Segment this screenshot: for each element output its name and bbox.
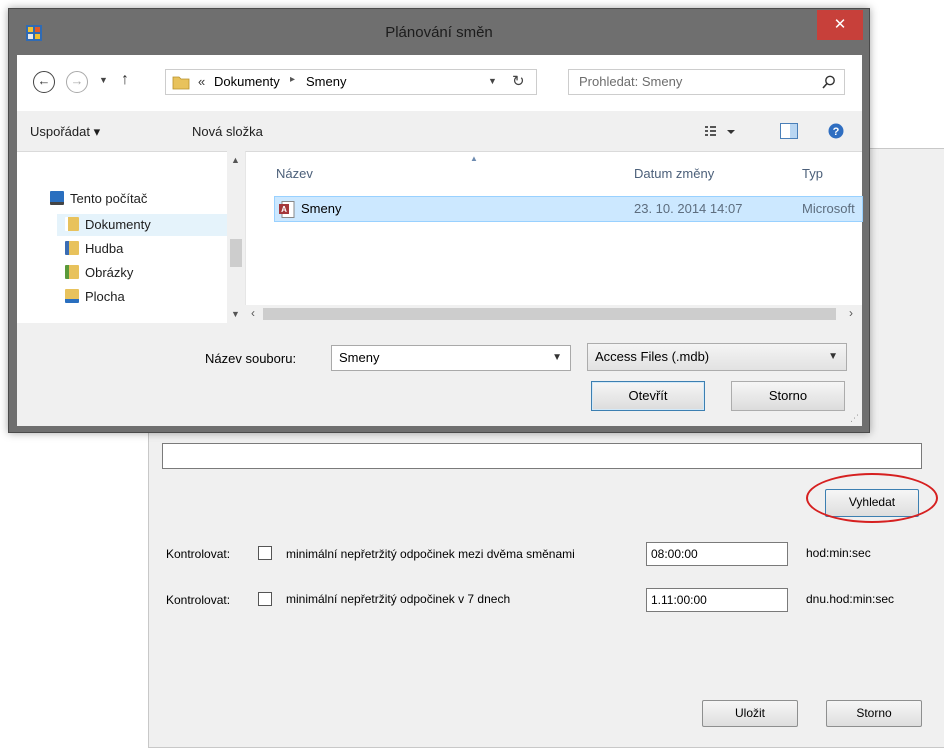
rule2-unit: dnu.hod:min:sec (806, 592, 895, 606)
dialog-title: Plánování směn (385, 24, 493, 41)
dialog-toolbar: Uspořádat ▾ Nová složka ? (17, 111, 862, 151)
file-date: 23. 10. 2014 14:07 (634, 201, 743, 216)
file-list: Název ▲ Datum změny Typ A Smeny 23. 10. … (245, 151, 863, 323)
filename-value: Smeny (339, 350, 380, 365)
rule2-value-input[interactable]: 1.11:00:00 (646, 588, 788, 612)
computer-icon (50, 191, 64, 205)
file-name: Smeny (301, 201, 342, 216)
nav-item-label: Tento počítač (70, 191, 148, 206)
rule1-checkbox[interactable] (258, 546, 272, 560)
breadcrumb-separator[interactable]: ▸ (290, 74, 295, 85)
navigation-pane: Tento počítač Dokumenty Hudba Obrázky Pl… (17, 151, 245, 323)
breadcrumb-dokumenty[interactable]: Dokumenty (214, 74, 280, 89)
nav-item-label: Plocha (85, 289, 125, 304)
nav-item-label: Hudba (85, 241, 124, 256)
nav-item-label: Obrázky (85, 265, 134, 280)
folder-icon (172, 74, 190, 90)
rule2-description: minimální nepřetržitý odpočinek v 7 dnec… (286, 592, 511, 606)
recent-locations-chevron-icon[interactable]: ▼ (99, 75, 108, 85)
filename-input[interactable]: Smeny ▼ (331, 345, 571, 371)
pictures-folder-icon (65, 265, 79, 279)
file-scroll-thumb[interactable] (263, 308, 836, 320)
rule2-value: 1.11:00:00 (651, 593, 707, 607)
nav-item-pictures[interactable]: Obrázky (65, 262, 133, 284)
help-icon[interactable]: ? (828, 123, 844, 139)
rule2-checkbox[interactable] (258, 592, 272, 606)
highlight-ring (806, 473, 938, 523)
nav-item-label: Dokumenty (85, 217, 151, 232)
save-button[interactable]: Uložit (702, 700, 798, 727)
svg-text:A: A (281, 205, 287, 214)
nav-scrollbar[interactable]: ▲ ▼ (227, 151, 245, 323)
search-input[interactable]: Prohledat: Smeny (568, 69, 845, 95)
scroll-left-icon[interactable]: ‹ (251, 306, 255, 320)
search-icon[interactable] (822, 75, 836, 89)
up-arrow-icon[interactable]: ↑ (121, 71, 129, 89)
database-path-input[interactable] (162, 443, 922, 469)
filetype-select[interactable]: Access Files (.mdb) ▼ (587, 343, 847, 371)
rule1-value-input[interactable]: 08:00:00 (646, 542, 788, 566)
file-type: Microsoft (802, 201, 855, 216)
cancel-button[interactable]: Storno (731, 381, 845, 411)
open-file-dialog: Plánování směn ✕ ← → ▼ ↑ « Dokumenty ▸ S… (8, 8, 870, 433)
nav-scroll-thumb[interactable] (230, 239, 242, 267)
column-name[interactable]: Název (276, 166, 313, 181)
view-options-icon[interactable] (705, 125, 735, 139)
nav-item-music[interactable]: Hudba (65, 238, 123, 260)
column-type[interactable]: Typ (802, 166, 823, 181)
refresh-icon[interactable]: ↻ (512, 72, 525, 90)
file-list-scrollbar[interactable]: ‹ › (245, 305, 862, 323)
file-row[interactable]: A Smeny 23. 10. 2014 14:07 Microsoft (274, 196, 863, 222)
preview-pane-icon[interactable] (780, 123, 798, 139)
filename-label: Název souboru: (205, 351, 297, 366)
column-date[interactable]: Datum změny (634, 166, 714, 181)
filetype-value: Access Files (.mdb) (595, 349, 710, 364)
forward-arrow-icon: → (70, 73, 84, 88)
resize-grip-icon[interactable]: ⋰ (850, 413, 859, 424)
desktop-folder-icon (65, 289, 79, 303)
open-button[interactable]: Otevřít (591, 381, 705, 411)
forward-button[interactable]: → (66, 71, 88, 93)
dialog-client: ← → ▼ ↑ « Dokumenty ▸ Smeny ▼ ↻ Prohleda… (17, 55, 863, 426)
dialog-title-bar[interactable]: Plánování směn ✕ (9, 9, 869, 55)
rule1-check-label: Kontrolovat: (166, 547, 231, 561)
scroll-right-icon[interactable]: › (849, 306, 853, 320)
close-button[interactable]: ✕ (817, 10, 863, 40)
address-bar[interactable]: « Dokumenty ▸ Smeny ▼ ↻ (165, 69, 537, 95)
scroll-down-icon[interactable]: ▼ (231, 309, 240, 319)
filename-dropdown-icon[interactable]: ▼ (552, 346, 562, 370)
address-overflow[interactable]: « (198, 74, 205, 89)
sort-ascending-icon: ▲ (470, 154, 478, 163)
filetype-dropdown-icon: ▼ (828, 351, 838, 362)
organize-menu[interactable]: Uspořádat ▾ (30, 124, 100, 140)
back-arrow-icon: ← (37, 73, 51, 88)
scroll-up-icon[interactable]: ▲ (231, 155, 240, 165)
svg-text:?: ? (833, 126, 840, 138)
nav-item-this-pc[interactable]: Tento počítač (50, 188, 147, 210)
access-file-icon: A (279, 201, 295, 218)
settings-cancel-button[interactable]: Storno (826, 700, 922, 727)
new-folder-button[interactable]: Nová složka (192, 124, 263, 139)
nav-item-desktop[interactable]: Plocha (65, 286, 125, 308)
nav-item-documents[interactable]: Dokumenty (57, 214, 227, 236)
rule1-description: minimální nepřetržitý odpočinek mezi dvě… (286, 547, 575, 561)
music-folder-icon (65, 241, 79, 255)
back-button[interactable]: ← (33, 71, 55, 93)
rule1-unit: hod:min:sec (806, 546, 871, 560)
documents-folder-icon (65, 217, 79, 231)
address-row: ← → ▼ ↑ « Dokumenty ▸ Smeny ▼ ↻ Prohleda… (17, 55, 862, 111)
rule1-value: 08:00:00 (651, 547, 698, 561)
rule2-check-label: Kontrolovat: (166, 593, 231, 607)
breadcrumb-smeny[interactable]: Smeny (306, 74, 346, 89)
search-placeholder: Prohledat: Smeny (579, 74, 683, 89)
address-dropdown-icon[interactable]: ▼ (488, 76, 497, 86)
